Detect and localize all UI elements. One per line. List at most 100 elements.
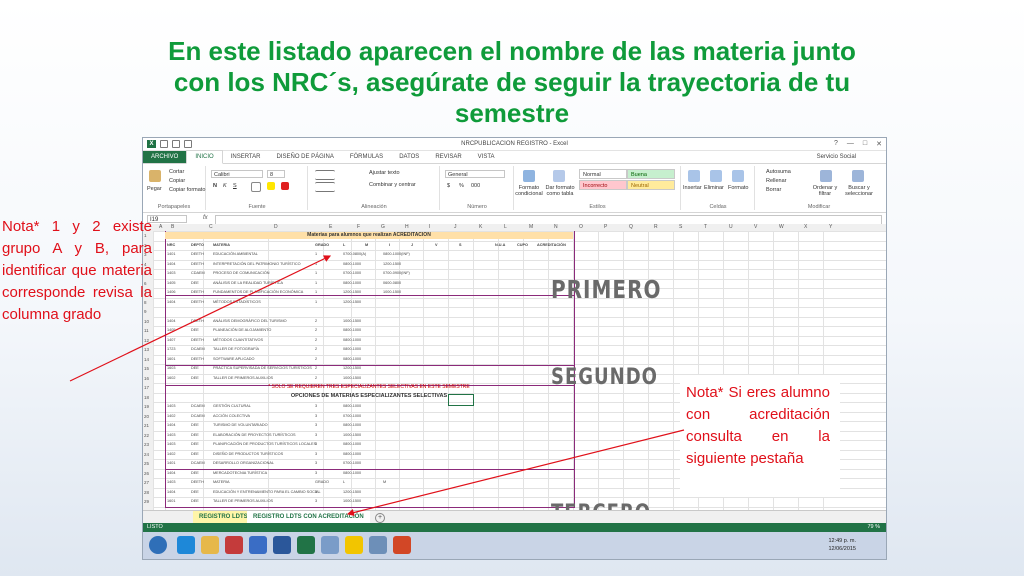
table-header-cell[interactable]: MATERIA — [213, 243, 230, 247]
table-cell[interactable]: 1 — [315, 290, 317, 294]
table-cell[interactable]: 0700-1000 — [343, 461, 361, 465]
row-header[interactable]: 28 — [144, 490, 149, 495]
format-painter-button[interactable]: Copiar formato — [169, 187, 205, 193]
table-cell[interactable]: 1 — [315, 252, 317, 256]
table-cell[interactable]: TURISMO DE VOLUNTARIADO — [213, 423, 268, 427]
table-cell[interactable]: CDAEM — [191, 271, 205, 275]
table-cell[interactable]: 0800-1000 — [343, 357, 361, 361]
help-button[interactable]: ? — [834, 140, 838, 148]
table-cell[interactable]: 1403 — [167, 404, 175, 408]
table-cell[interactable]: 1403 — [167, 442, 175, 446]
column-header[interactable]: Y — [829, 224, 832, 230]
tab-diseno-pagina[interactable]: DISEÑO DE PÁGINA — [268, 151, 341, 163]
table-header-cell[interactable]: M — [365, 243, 368, 247]
table-cell[interactable]: 0800-1000 — [343, 471, 361, 475]
table-cell[interactable]: 3 — [315, 452, 317, 456]
table-header-cell[interactable]: I — [389, 243, 390, 247]
table-cell[interactable]: 1 — [315, 262, 317, 266]
table-cell[interactable]: DEE — [191, 452, 199, 456]
column-header[interactable]: S — [679, 224, 682, 230]
table-header-cell[interactable]: N.U.A — [495, 243, 505, 247]
align-left-icon[interactable] — [315, 182, 335, 192]
column-header[interactable]: U — [729, 224, 733, 230]
table-cell[interactable]: ANÁLISIS DE LA REALIDAD TURÍSTICA — [213, 281, 283, 285]
format-table-icon[interactable] — [553, 170, 565, 182]
table-cell[interactable]: EDUCACIÓN Y ENTRENAMIENTO PARA EL CAMBIO… — [213, 490, 321, 494]
table-cell[interactable]: 1401 — [167, 461, 175, 465]
table-cell[interactable]: 0800-1000 — [343, 338, 361, 342]
add-sheet-button[interactable]: + — [375, 513, 385, 523]
table-cell[interactable]: MERCADOTECNIA TURÍSTICA — [213, 471, 267, 475]
column-header[interactable]: P — [604, 224, 607, 230]
column-header[interactable]: Q — [629, 224, 633, 230]
tab-insertar[interactable]: INSERTAR — [223, 151, 269, 163]
table-cell[interactable]: MATERIA — [213, 480, 230, 484]
table-cell[interactable]: INTERPRETACIÓN DEL PATRIMONIO TURÍSTICO — [213, 262, 301, 266]
column-header[interactable]: G — [381, 224, 385, 230]
table-cell[interactable]: 2 — [315, 376, 317, 380]
table-cell[interactable]: 1000-1500 — [343, 376, 361, 380]
insert-cells-icon[interactable] — [688, 170, 700, 182]
table-cell[interactable]: EDUCACIÓN AMBIENTAL — [213, 252, 258, 256]
table-cell[interactable]: 0800-1000 — [343, 404, 361, 408]
fill-color-icon[interactable] — [267, 182, 275, 190]
table-cell[interactable]: DEETH — [191, 357, 204, 361]
table-cell[interactable]: 0700-0900(INF) — [383, 271, 410, 275]
fill-button[interactable]: Rellenar — [766, 178, 786, 184]
word-icon[interactable] — [273, 536, 291, 554]
app-icon[interactable] — [249, 536, 267, 554]
column-header[interactable]: W — [779, 224, 784, 230]
table-cell[interactable]: 3 — [315, 499, 317, 503]
table-cell[interactable]: SOFTWARE APLICADO — [213, 357, 254, 361]
column-header[interactable]: K — [479, 224, 482, 230]
system-clock[interactable]: 12:49 p. m. 12/06/2015 — [828, 537, 856, 553]
table-cell[interactable]: DEETH — [191, 300, 204, 304]
table-header-cell[interactable]: ACREDITACIÓN — [537, 243, 566, 247]
paint-icon[interactable] — [345, 536, 363, 554]
font-name-select[interactable]: Calibri — [211, 170, 263, 178]
table-cell[interactable]: 0800-1000 — [343, 423, 361, 427]
row-header[interactable]: 24 — [144, 452, 149, 457]
table-cell[interactable]: PROCESO DE COMUNICACIÓN — [213, 271, 270, 275]
table-cell[interactable]: DEE — [191, 281, 199, 285]
find-select-button[interactable]: Buscar y seleccionar — [842, 185, 876, 197]
underline-button[interactable]: S — [233, 183, 237, 189]
fx-icon[interactable]: fx — [203, 215, 208, 221]
column-header[interactable]: X — [804, 224, 807, 230]
table-cell[interactable]: GRADO — [315, 480, 329, 484]
table-cell[interactable]: 1403 — [167, 433, 175, 437]
sort-filter-button[interactable]: Ordenar y filtrar — [810, 185, 840, 197]
table-cell[interactable]: DEE — [191, 471, 199, 475]
table-cell[interactable]: 3 — [315, 433, 317, 437]
delete-cells-icon[interactable] — [710, 170, 722, 182]
table-cell[interactable]: 3 — [315, 471, 317, 475]
zoom-level[interactable]: 79 % — [867, 523, 880, 532]
column-header[interactable]: A — [159, 224, 162, 230]
table-cell[interactable]: 1000-1500 — [343, 433, 361, 437]
table-cell[interactable]: ELABORACIÓN DE PROYECTOS TURÍSTICOS — [213, 433, 296, 437]
table-cell[interactable]: MÉTODOS CUANTITATIVOS — [213, 338, 263, 342]
table-cell[interactable]: TALLER DE PRIMEROS AUXILIOS — [213, 499, 273, 503]
table-cell[interactable]: 2 — [315, 366, 317, 370]
column-header[interactable]: T — [704, 224, 707, 230]
merge-center-button[interactable]: Combinar y centrar — [369, 182, 416, 188]
format-cells-icon[interactable] — [732, 170, 744, 182]
style-normal[interactable]: Normal — [579, 169, 627, 179]
table-cell[interactable]: 0800-1000 — [343, 262, 361, 266]
table-cell[interactable]: 1000-1500 — [383, 290, 401, 294]
style-incorrecto[interactable]: Incorrecto — [579, 180, 627, 190]
table-cell[interactable]: GESTIÓN CULTURAL — [213, 404, 251, 408]
table-cell[interactable]: 1723 — [167, 347, 175, 351]
table-cell[interactable]: DEE — [191, 499, 199, 503]
table-cell[interactable]: 1603 — [167, 366, 175, 370]
row-header[interactable]: 17 — [144, 385, 149, 390]
calculator-icon[interactable] — [369, 536, 387, 554]
style-neutral[interactable]: Neutral — [627, 180, 675, 190]
sort-filter-icon[interactable] — [820, 170, 832, 182]
table-cell[interactable]: 0800-1000 — [343, 442, 361, 446]
maximize-button[interactable]: □ — [863, 140, 867, 148]
row-header[interactable]: 20 — [144, 414, 149, 419]
table-cell[interactable]: 1404 — [167, 471, 175, 475]
font-color-icon[interactable] — [281, 182, 289, 190]
row-header[interactable]: 25 — [144, 461, 149, 466]
